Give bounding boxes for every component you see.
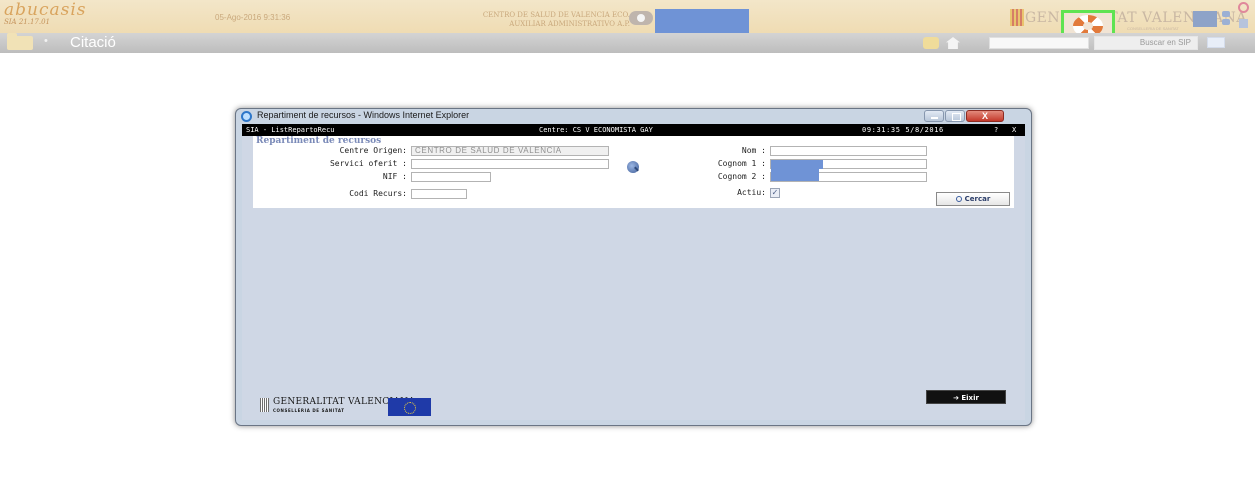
redacted-cognom2 xyxy=(771,169,819,181)
sia-centre: Centre: CS V ECONOMISTA GAY xyxy=(539,126,653,134)
cognom2-label: Cognom 2 : xyxy=(717,172,766,181)
eu-flag-icon xyxy=(388,398,431,416)
minimize-button[interactable] xyxy=(924,110,944,122)
title-separator: • xyxy=(44,35,48,47)
window-icon[interactable] xyxy=(1239,19,1248,28)
close-button[interactable]: X xyxy=(966,110,1004,122)
card-icon[interactable] xyxy=(1207,37,1225,48)
centre-origen-label: Centre Origen: xyxy=(339,146,407,155)
notes-icon[interactable] xyxy=(923,37,939,49)
redacted-cognom1 xyxy=(771,160,823,169)
sia-app-name: SIA - ListRepartoRecu xyxy=(246,126,335,134)
sia-close-button[interactable]: X xyxy=(1012,124,1016,136)
footer-logo: GENERALITAT VALENCIANA CONSELLERIA DE SA… xyxy=(257,393,437,419)
search-icon[interactable] xyxy=(627,161,639,173)
ie-window-title: Repartiment de recursos - Windows Intern… xyxy=(257,110,470,120)
nif-field[interactable] xyxy=(411,172,491,182)
servici-oferit-field[interactable] xyxy=(411,159,609,169)
cercar-button[interactable]: Cercar xyxy=(936,192,1010,206)
sip-search-button[interactable]: Buscar en SIP xyxy=(1094,36,1198,50)
gva-flag-icon xyxy=(1010,9,1024,26)
user-icon[interactable] xyxy=(629,11,653,25)
power-icon[interactable] xyxy=(1238,2,1249,13)
ie-titlebar[interactable]: Repartiment de recursos - Windows Intern… xyxy=(236,109,1031,124)
banner-centre-name: CENTRO DE SALUD DE VALENCIA ECO. xyxy=(482,11,630,19)
sia-datetime: 09:31:35 5/8/2016 xyxy=(862,126,944,134)
mini-icon-1[interactable] xyxy=(1222,11,1230,17)
cercar-label: Cercar xyxy=(964,195,991,203)
servici-oferit-label: Servici oferit : xyxy=(329,159,407,168)
sia-header-bar: SIA - ListRepartoRecu Centre: CS V ECONO… xyxy=(242,124,1025,136)
sip-search-input[interactable] xyxy=(989,37,1089,49)
gva-footer-flag-icon xyxy=(260,398,269,412)
form-heading: Repartiment de recursos xyxy=(256,136,382,146)
footer-org-sub: CONSELLERIA DE SANITAT xyxy=(273,408,345,413)
banner-org-sub: CONSELLERIA DE SANITAT xyxy=(1127,26,1179,31)
title-bar: • Citació Buscar en SIP xyxy=(0,33,1255,53)
page-title: Citació xyxy=(70,34,116,51)
codi-recurs-label: Codi Recurs: xyxy=(349,189,407,198)
banner-datetime: 05-Ago-2016 9:31:36 xyxy=(215,13,291,22)
nom-label: Nom : xyxy=(741,146,766,155)
nom-field[interactable] xyxy=(770,146,927,156)
redacted-user-box xyxy=(655,9,749,33)
centre-origen-field: CENTRO DE SALUD DE VALENCIA xyxy=(411,146,609,156)
top-banner: abucasis SIA 21.17.01 05-Ago-2016 9:31:3… xyxy=(0,0,1255,41)
ie-popup-window: Repartiment de recursos - Windows Intern… xyxy=(235,108,1032,426)
codi-recurs-field[interactable] xyxy=(411,189,467,199)
app-logo[interactable]: abucasis SIA 21.17.01 xyxy=(4,0,87,30)
eixir-label: Eixir xyxy=(961,394,979,402)
actiu-label: Actiu: xyxy=(737,188,766,197)
cognom1-label: Cognom 1 : xyxy=(717,159,766,168)
home-icon[interactable] xyxy=(946,37,960,49)
eixir-button[interactable]: ➔ Eixir xyxy=(926,390,1006,404)
app-logo-text: abucasis xyxy=(4,0,87,20)
mini-icons xyxy=(1222,11,1232,25)
maximize-button[interactable] xyxy=(945,110,965,122)
search-form: Repartiment de recursos Centre Origen: C… xyxy=(253,136,1014,208)
banner-center-info: CENTRO DE SALUD DE VALENCIA ECO. AUXILIA… xyxy=(400,11,630,29)
actiu-checkbox[interactable]: ✓ xyxy=(770,188,780,198)
page: abucasis SIA 21.17.01 05-Ago-2016 9:31:3… xyxy=(0,0,1255,504)
eu-flag-icon xyxy=(1193,11,1217,27)
banner-user-role: AUXILIAR ADMINISTRATIVO A.P. xyxy=(509,20,630,28)
search-icon xyxy=(955,196,962,202)
nif-label: NIF : xyxy=(382,172,407,181)
ie-content: SIA - ListRepartoRecu Centre: CS V ECONO… xyxy=(242,124,1025,420)
mini-icon-2[interactable] xyxy=(1222,19,1230,25)
ie-logo-icon xyxy=(241,111,252,122)
folder-icon[interactable] xyxy=(7,33,33,50)
sia-help-button[interactable]: ? xyxy=(994,124,998,136)
